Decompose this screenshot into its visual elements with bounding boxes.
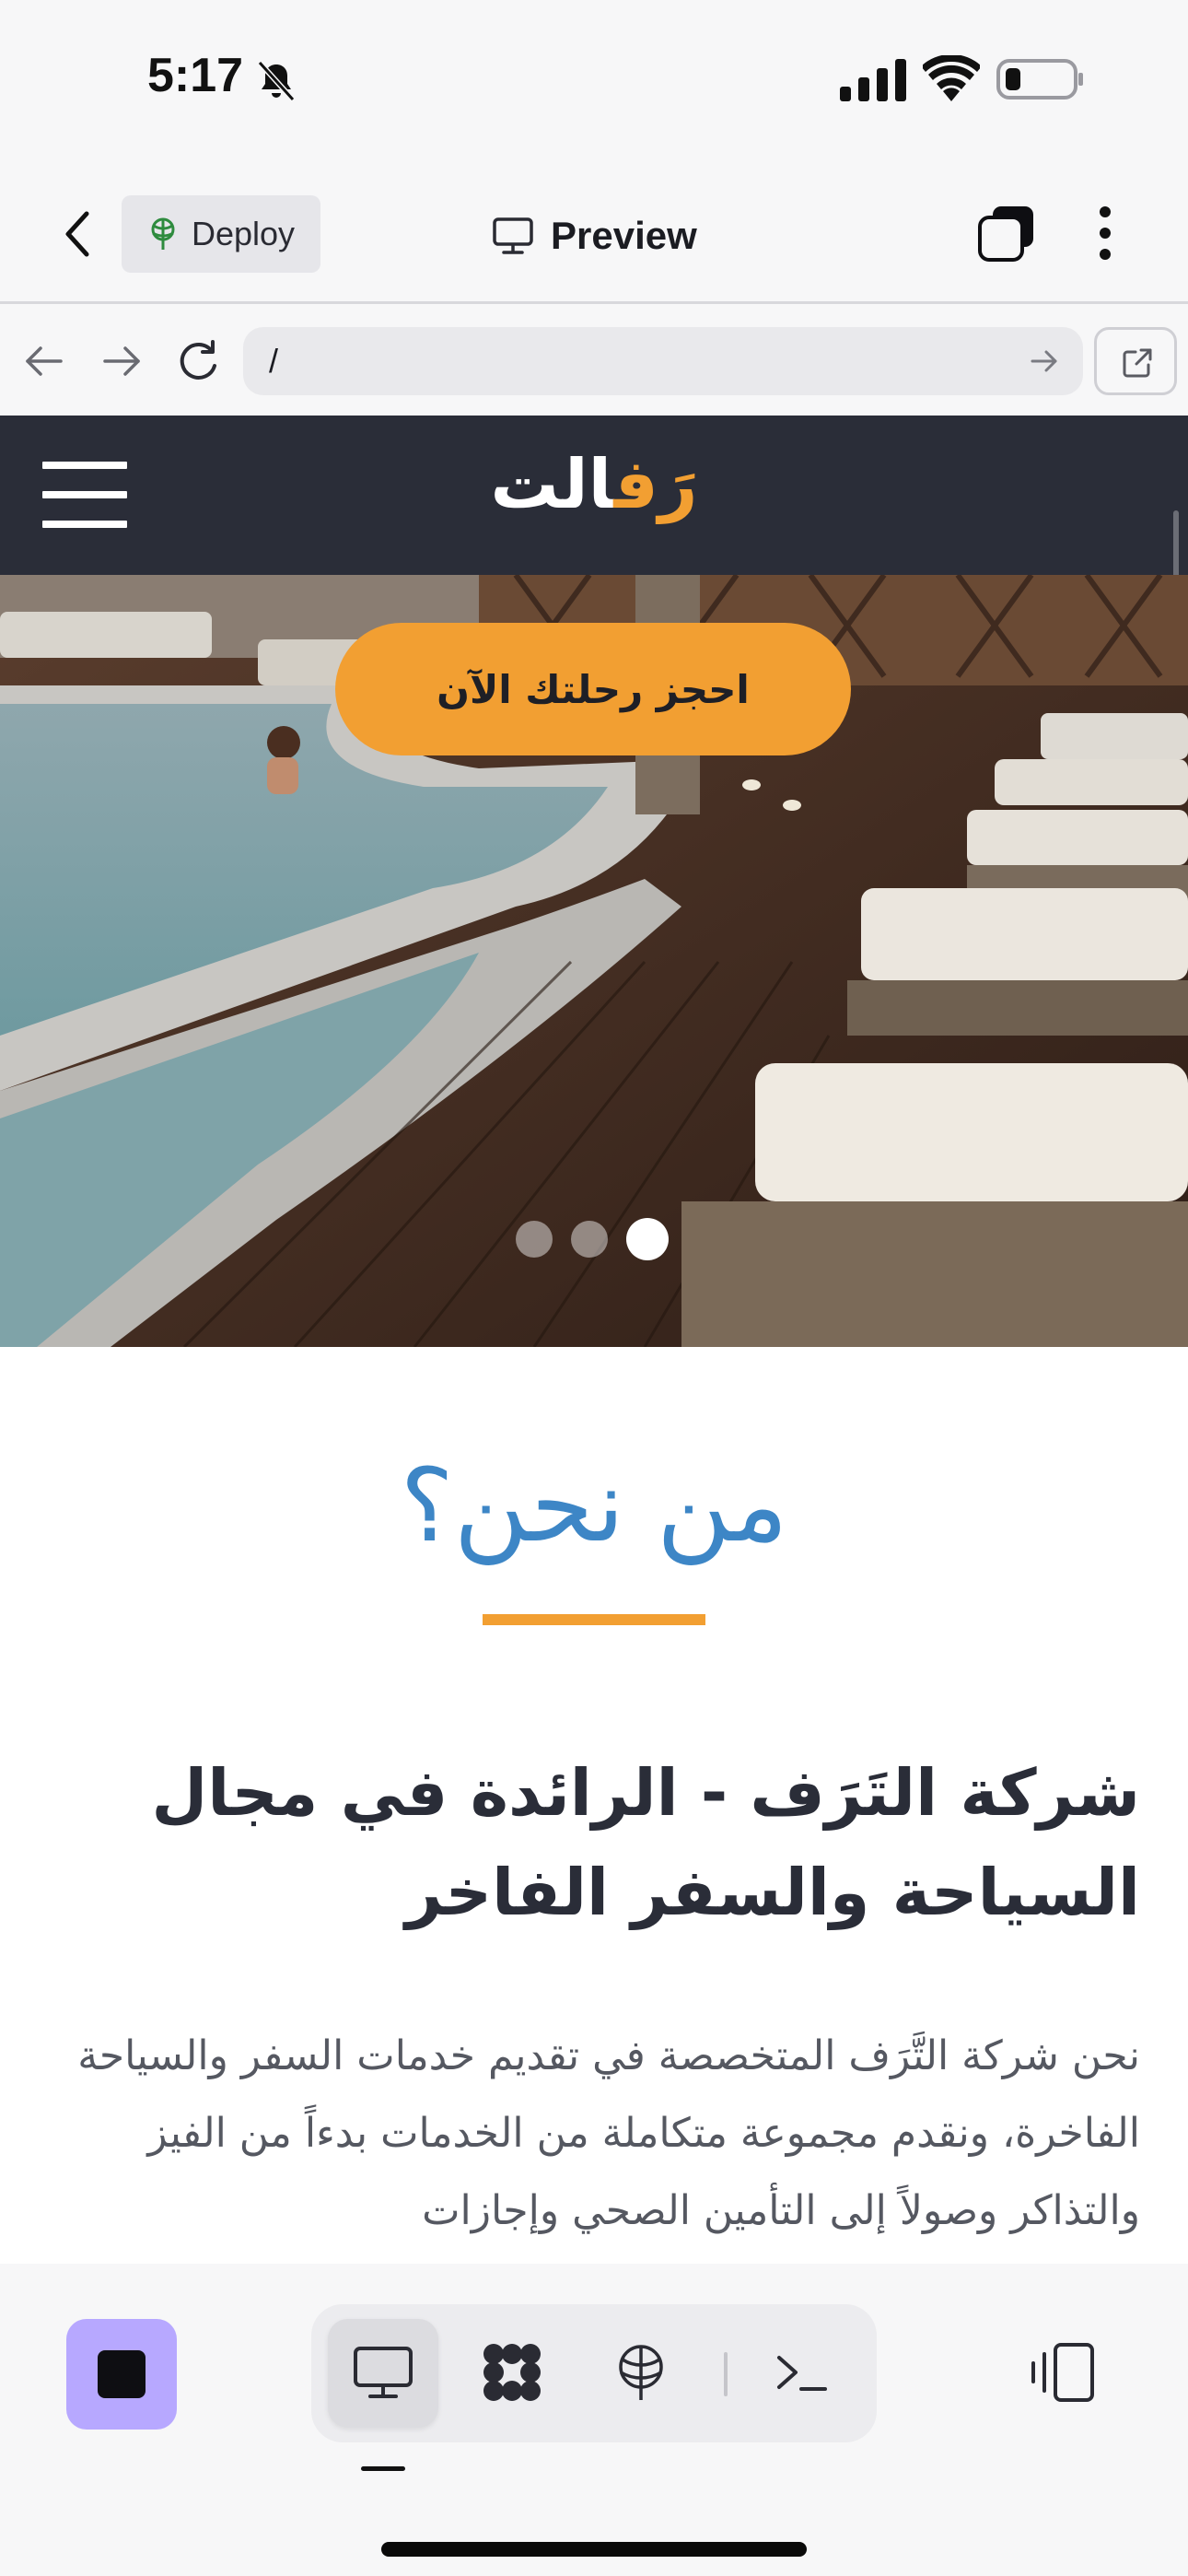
arrow-right-icon[interactable] (99, 342, 144, 381)
site-logo[interactable]: رَفالت (0, 445, 1188, 524)
home-indicator (381, 2542, 807, 2557)
bottom-toolbar (0, 2264, 1188, 2576)
external-link-icon (1123, 348, 1152, 378)
battery-icon (996, 59, 1083, 100)
hero-slider: احجز رحلتك الآن (0, 575, 1188, 1347)
deploy-icon (151, 217, 175, 250)
more-vertical-icon[interactable] (1087, 203, 1124, 263)
url-input[interactable] (269, 342, 1006, 381)
active-tab-indicator (361, 2466, 405, 2471)
stop-button[interactable] (66, 2319, 177, 2430)
tool-workspace[interactable] (457, 2319, 567, 2428)
tool-switcher (311, 2304, 877, 2442)
deploy-icon (619, 2345, 663, 2400)
carousel-dot-1[interactable] (516, 1221, 553, 1258)
status-time: 5:17 (147, 49, 244, 102)
cellular-signal-icon (840, 59, 906, 101)
carousel-dots (516, 1218, 669, 1260)
status-bar: 5:17 (0, 0, 1188, 166)
carousel-dot-2[interactable] (571, 1221, 608, 1258)
deploy-label: Deploy (192, 215, 296, 252)
layout-toggle-icon[interactable] (1028, 2339, 1101, 2406)
chevron-left-icon[interactable] (57, 208, 98, 260)
about-section: من نحن؟ شركة التَرَف - الرائدة في مجال ا… (0, 1347, 1188, 2264)
tool-deploy[interactable] (586, 2319, 696, 2428)
app-header: Deploy Preview (0, 166, 1188, 304)
url-bar[interactable] (243, 327, 1083, 395)
tool-preview[interactable] (328, 2319, 438, 2428)
stop-square-icon (98, 2350, 146, 2398)
bell-slash-icon (257, 60, 296, 102)
tool-shell[interactable] (746, 2319, 856, 2428)
grid-icon (483, 2344, 541, 2401)
stop-icon[interactable] (976, 203, 1037, 263)
monitor-icon (493, 217, 533, 254)
toolbar-divider (724, 2352, 728, 2396)
about-title: من نحن؟ (400, 1446, 788, 1564)
book-now-button[interactable]: احجز رحلتك الآن (335, 623, 851, 755)
page-title: Preview (551, 214, 697, 257)
browser-bar (0, 307, 1188, 416)
about-heading: شركة التَرَف - الرائدة في مجال السياحة و… (151, 1755, 1140, 1930)
about-body-text: نحن شركة التَّرَف المتخصصة في تقديم خدما… (77, 2032, 1140, 2234)
open-external-button[interactable] (1094, 327, 1177, 395)
logo-part-white: الت (490, 445, 614, 524)
monitor-icon (354, 2347, 413, 2398)
site-navbar: رَفالت (0, 416, 1188, 575)
wifi-icon (923, 55, 980, 101)
arrow-left-icon[interactable] (22, 342, 66, 381)
title-underline (483, 1614, 705, 1625)
logo-part-accent: رَف (613, 445, 698, 524)
preview-title: Preview (492, 208, 697, 263)
go-arrow-icon[interactable] (1030, 347, 1059, 375)
terminal-icon (777, 2356, 827, 2391)
reload-icon[interactable] (175, 338, 221, 384)
carousel-dot-3-active[interactable] (626, 1218, 669, 1260)
deploy-button[interactable]: Deploy (122, 195, 320, 273)
